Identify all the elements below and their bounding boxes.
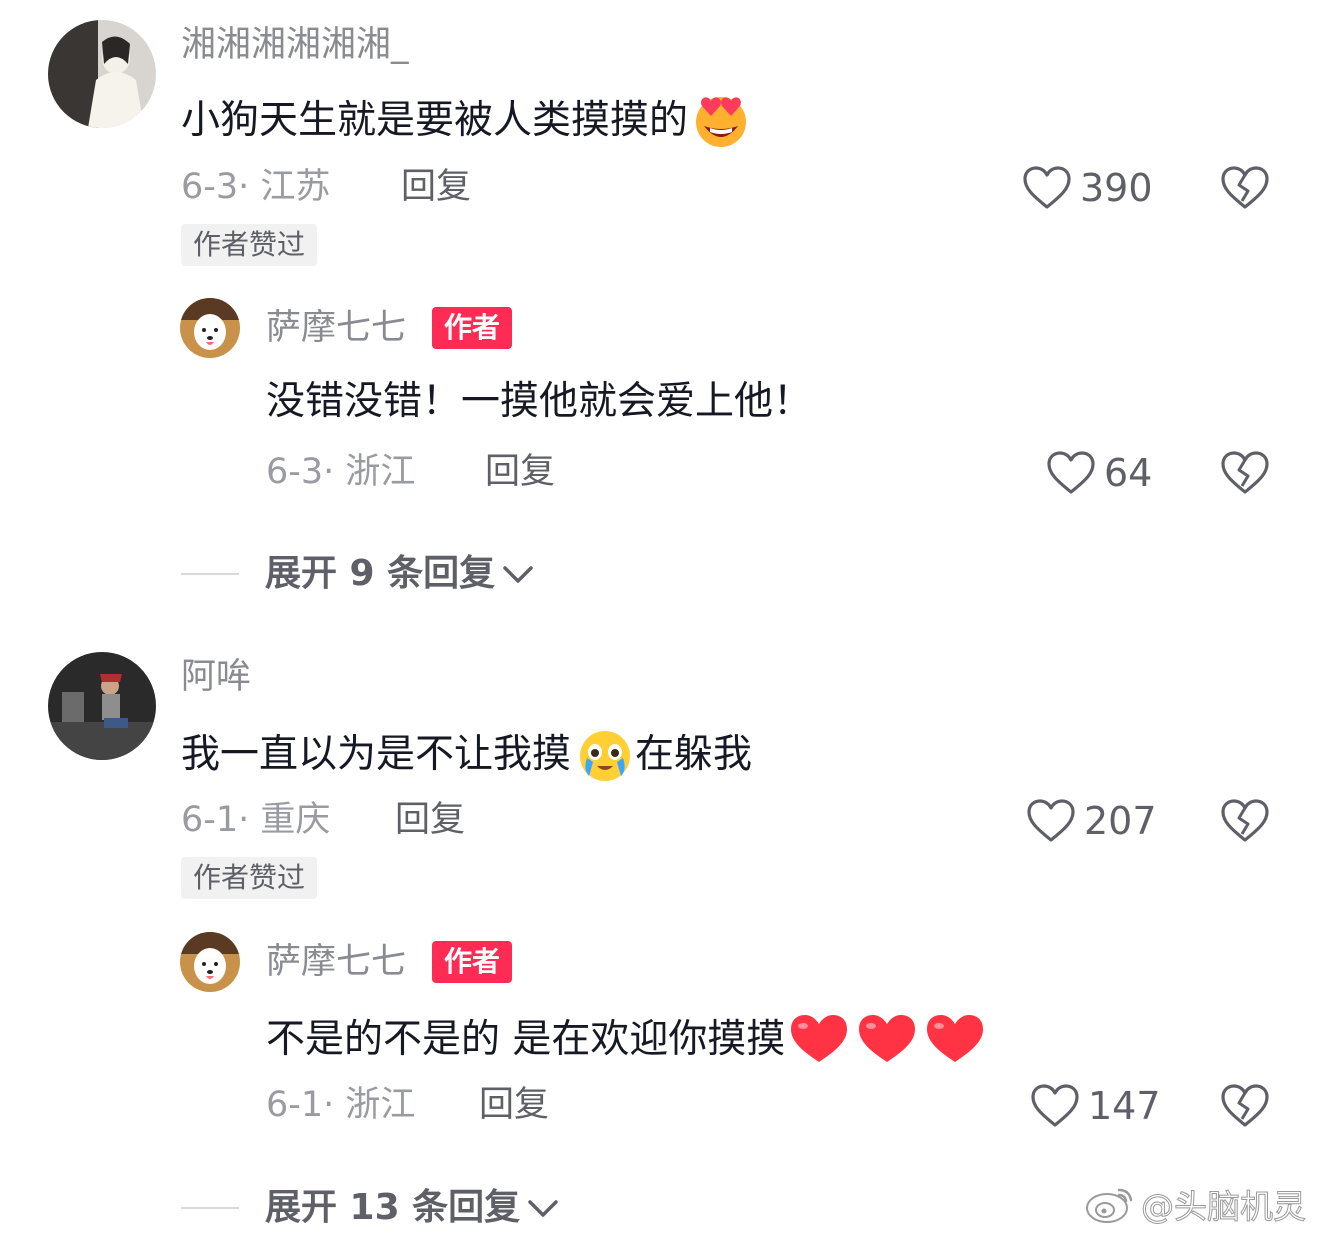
comment-text: 我一直以为是不让我摸 在躲我 bbox=[181, 726, 752, 782]
chevron-down-icon bbox=[503, 566, 533, 583]
expand-replies-label: 展开 13 条回复 bbox=[265, 1187, 521, 1228]
dislike-button[interactable] bbox=[1220, 798, 1270, 848]
divider-line bbox=[181, 1207, 239, 1209]
avatar[interactable] bbox=[48, 20, 156, 128]
expand-replies-button[interactable]: 展开 13 条回复 bbox=[181, 1190, 560, 1226]
reply-avatar[interactable] bbox=[180, 298, 240, 358]
expand-replies-label: 展开 9 条回复 bbox=[265, 553, 496, 594]
broken-heart-icon bbox=[1221, 451, 1269, 494]
reply-button[interactable]: 回复 bbox=[401, 170, 471, 205]
comment-text-before: 我一直以为是不让我摸 bbox=[181, 731, 572, 777]
broken-heart-icon bbox=[1221, 1084, 1269, 1127]
heart-eyes-emoji bbox=[692, 92, 750, 148]
like-button[interactable]: 64 bbox=[1046, 450, 1152, 496]
heart-outline-icon bbox=[1023, 166, 1071, 209]
author-tag: 作者 bbox=[432, 941, 513, 983]
reply-username[interactable]: 萨摩七七 bbox=[266, 945, 406, 980]
heart-outline-icon bbox=[1031, 1084, 1079, 1127]
like-count: 390 bbox=[1080, 166, 1153, 210]
weibo-logo-icon bbox=[1086, 1188, 1133, 1223]
comment-text-content: 小狗天生就是要被人类摸摸的 bbox=[181, 97, 689, 143]
like-count: 147 bbox=[1088, 1084, 1161, 1128]
author-liked-badge: 作者赞过 bbox=[181, 857, 318, 899]
reply-button[interactable]: 回复 bbox=[479, 1088, 549, 1123]
reply-date-location: 6-3· 浙江 bbox=[266, 452, 416, 492]
comment-username[interactable]: 湘湘湘湘湘湘_ bbox=[181, 28, 409, 63]
reply-username[interactable]: 萨摩七七 bbox=[266, 311, 406, 346]
dislike-button[interactable] bbox=[1220, 450, 1270, 500]
weibo-watermark: @头脑机灵 bbox=[1083, 1180, 1307, 1228]
reply-text-content: 不是的不是的 是在欢迎你摸摸 bbox=[266, 1016, 786, 1062]
chevron-down-icon bbox=[528, 1200, 558, 1217]
red-heart-emoji bbox=[789, 1012, 987, 1066]
heart-outline-icon bbox=[1027, 799, 1075, 842]
comment-text: 小狗天生就是要被人类摸摸的 bbox=[181, 92, 750, 148]
like-button[interactable]: 390 bbox=[1022, 165, 1153, 211]
like-button[interactable]: 147 bbox=[1030, 1083, 1161, 1129]
comment-text-after: 在躲我 bbox=[635, 731, 753, 777]
like-count: 64 bbox=[1104, 451, 1153, 495]
like-count: 207 bbox=[1084, 799, 1157, 843]
dislike-button[interactable] bbox=[1220, 1083, 1270, 1133]
comment-date-location: 6-1· 重庆 bbox=[181, 800, 331, 840]
reply-button[interactable]: 回复 bbox=[395, 803, 465, 838]
author-liked-badge: 作者赞过 bbox=[181, 224, 318, 266]
broken-heart-icon bbox=[1221, 166, 1269, 209]
avatar[interactable] bbox=[48, 652, 156, 760]
reply-text: 不是的不是的 是在欢迎你摸摸 bbox=[266, 1012, 987, 1066]
author-tag: 作者 bbox=[432, 307, 513, 349]
teary-face-emoji bbox=[575, 726, 635, 782]
reply-text: 没错没错！一摸他就会爱上他！ bbox=[266, 379, 813, 424]
comment-date-location: 6-3· 江苏 bbox=[181, 167, 331, 207]
broken-heart-icon bbox=[1221, 799, 1269, 842]
reply-avatar[interactable] bbox=[180, 932, 240, 992]
reply-button[interactable]: 回复 bbox=[485, 455, 555, 490]
dislike-button[interactable] bbox=[1220, 165, 1270, 215]
watermark-text: @头脑机灵 bbox=[1141, 1187, 1307, 1227]
comment-username[interactable]: 阿哞 bbox=[181, 660, 251, 695]
expand-replies-button[interactable]: 展开 9 条回复 bbox=[181, 556, 535, 592]
divider-line bbox=[181, 573, 239, 575]
reply-date-location: 6-1· 浙江 bbox=[266, 1085, 416, 1125]
heart-outline-icon bbox=[1047, 451, 1095, 494]
like-button[interactable]: 207 bbox=[1026, 798, 1157, 844]
